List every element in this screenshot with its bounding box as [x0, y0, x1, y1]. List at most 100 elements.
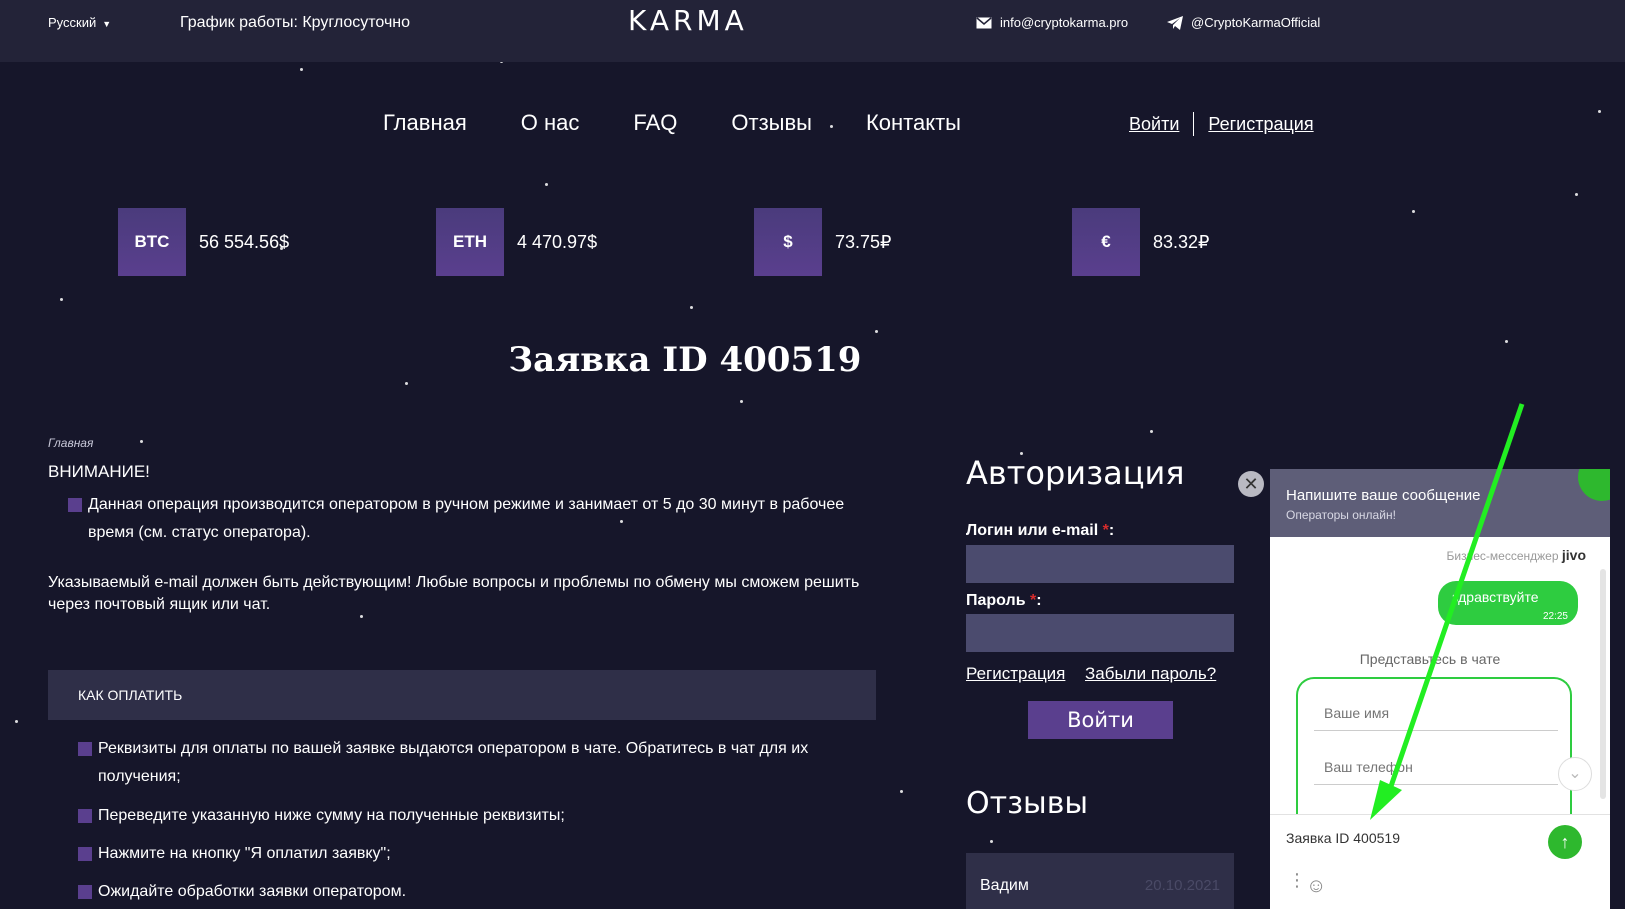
rate-value: 73.75₽: [835, 231, 892, 252]
telegram-icon: [1167, 15, 1183, 30]
bullet-square: [78, 742, 92, 756]
star: [1598, 110, 1601, 113]
star: [740, 400, 743, 403]
top-bar: Русский ▼ График работы: Круглосуточно KA…: [0, 0, 1625, 62]
chat-message-text: здравствуйте: [1452, 589, 1539, 605]
nav-item-contacts[interactable]: Контакты: [866, 110, 961, 136]
rate-btc: BTC 56 554.56$: [118, 208, 289, 276]
chevron-down-icon: ▼: [102, 19, 112, 29]
star: [990, 840, 993, 843]
star: [60, 298, 63, 301]
star: [1575, 193, 1578, 196]
star: [140, 440, 143, 443]
bullet-square: [68, 498, 82, 512]
nav-item-home[interactable]: Главная: [383, 110, 467, 136]
star: [15, 720, 18, 723]
rate-eth: ETH 4 470.97$: [436, 208, 597, 276]
howpay-step-text: Переведите указанную ниже сумму на получ…: [98, 807, 565, 824]
send-arrow-icon[interactable]: ↑: [1548, 825, 1582, 859]
how-to-pay-header[interactable]: КАК ОПЛАТИТЬ: [48, 670, 876, 720]
bullet-square: [78, 885, 92, 899]
password-label: Пароль *:: [966, 592, 1042, 610]
chat-header: Напишите ваше сообщение Операторы онлайн…: [1270, 469, 1610, 537]
jivo-logo: jivo: [1561, 547, 1586, 563]
email-text: info@cryptokarma.pro: [1000, 15, 1129, 30]
login-button[interactable]: Войти: [1028, 701, 1173, 739]
howpay-step-text: Ожидайте обработки заявки оператором.: [98, 883, 407, 900]
rate-badge: €: [1072, 208, 1140, 276]
review-author: Вадим: [980, 877, 1029, 894]
label-colon: :: [1036, 592, 1042, 609]
emoji-icon[interactable]: ☺: [1306, 875, 1326, 898]
chat-phone-field[interactable]: [1314, 749, 1558, 785]
forgot-password-link[interactable]: Забыли пароль?: [1085, 664, 1216, 684]
site-logo[interactable]: KARMA: [628, 4, 748, 37]
nav-item-about[interactable]: О нас: [521, 110, 580, 136]
rate-value: 4 470.97$: [517, 231, 598, 252]
header-login-link[interactable]: Войти: [1129, 114, 1179, 135]
chat-header-subtitle: Операторы онлайн!: [1286, 508, 1396, 522]
work-schedule: График работы: Круглосуточно: [180, 14, 411, 31]
header-auth-links: Войти Регистрация: [1129, 112, 1314, 136]
star: [545, 183, 548, 186]
rate-usd: $ 73.75₽: [754, 208, 892, 276]
more-options-icon[interactable]: ⋮: [1288, 871, 1306, 889]
howpay-step-text: Нажмите на кнопку "Я оплатил заявку";: [98, 845, 391, 862]
star: [405, 382, 408, 385]
breadcrumb[interactable]: Главная: [48, 436, 93, 450]
chat-contact-form: [1296, 677, 1572, 817]
rate-badge: $: [754, 208, 822, 276]
bullet-square: [78, 809, 92, 823]
mail-icon: [976, 16, 992, 28]
chat-brand[interactable]: Бизнес-мессенджер jivo: [1447, 547, 1586, 563]
howpay-step: Переведите указанную ниже сумму на получ…: [78, 802, 848, 830]
password-label-text: Пароль: [966, 592, 1026, 609]
password-field[interactable]: [966, 614, 1234, 652]
chat-input-area: Заявка ID 400519 ↑ ⋮ ☺: [1270, 814, 1610, 909]
howpay-step: Ожидайте обработки заявки оператором.: [78, 878, 848, 906]
warning-text: Данная операция производится оператором …: [88, 496, 845, 541]
star: [1505, 340, 1508, 343]
review-card[interactable]: Вадим 20.10.2021: [966, 853, 1234, 909]
login-field[interactable]: [966, 545, 1234, 583]
chat-message-bubble: здравствуйте 22:25: [1438, 581, 1578, 625]
rate-badge: ETH: [436, 208, 504, 276]
warning-title: ВНИМАНИЕ!: [48, 462, 150, 481]
label-colon: :: [1108, 522, 1115, 539]
chat-brand-text: Бизнес-мессенджер: [1446, 549, 1559, 563]
main-nav: Главная О нас FAQ Отзывы Контакты: [383, 110, 961, 136]
chat-header-title: Напишите ваше сообщение: [1286, 487, 1481, 504]
warning-bullet: Данная операция производится оператором …: [68, 491, 848, 547]
email-notice: Указываемый e-mail должен быть действующ…: [48, 574, 860, 613]
star: [900, 790, 903, 793]
chat-scrollbar[interactable]: [1600, 569, 1606, 799]
reviews-title: Отзывы: [966, 786, 1089, 821]
auth-title: Авторизация: [966, 454, 1185, 492]
nav-item-faq[interactable]: FAQ: [633, 110, 677, 136]
rate-eur: € 83.32₽: [1072, 208, 1210, 276]
rate-value: 83.32₽: [1153, 231, 1210, 252]
email-link[interactable]: info@cryptokarma.pro: [976, 15, 1128, 30]
howpay-step: Реквизиты для оплаты по вашей заявке выд…: [78, 735, 848, 791]
chat-message-time: 22:25: [1542, 611, 1568, 622]
telegram-link[interactable]: @CryptoKarmaOfficial: [1167, 15, 1320, 30]
review-date: 20.10.2021: [1144, 877, 1220, 894]
header-register-link[interactable]: Регистрация: [1208, 114, 1313, 135]
rate-value: 56 554.56$: [199, 231, 290, 252]
nav-item-reviews[interactable]: Отзывы: [731, 110, 812, 136]
login-label-text: Логин или e-mail: [966, 522, 1099, 539]
language-selector[interactable]: Русский ▼: [48, 15, 111, 30]
page-title: Заявка ID 400519: [508, 340, 862, 380]
chat-name-field[interactable]: [1314, 695, 1558, 731]
howpay-step: Нажмите на кнопку "Я оплатил заявку";: [78, 840, 848, 868]
star: [1150, 430, 1153, 433]
star: [875, 330, 878, 333]
telegram-text: @CryptoKarmaOfficial: [1191, 15, 1321, 30]
scroll-down-icon[interactable]: ⌄: [1558, 757, 1592, 791]
close-icon[interactable]: ✕: [1238, 471, 1264, 497]
rate-badge: BTC: [118, 208, 186, 276]
divider: [1193, 112, 1195, 136]
sidebar-register-link[interactable]: Регистрация: [966, 664, 1065, 684]
chat-input[interactable]: Заявка ID 400519: [1286, 830, 1400, 846]
bullet-square: [78, 847, 92, 861]
